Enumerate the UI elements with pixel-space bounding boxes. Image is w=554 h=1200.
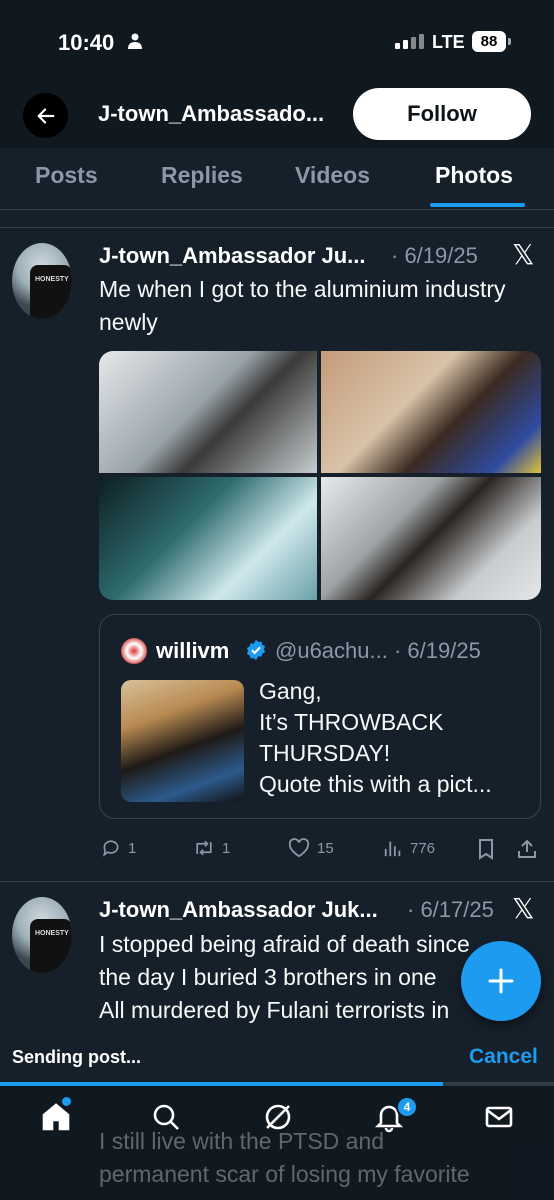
notification-badge: 4 [396,1096,418,1118]
avatar[interactable]: HONESTY [12,243,72,319]
active-tab-indicator [430,203,525,207]
home-unread-dot [62,1097,71,1106]
nav-messages[interactable] [483,1101,515,1133]
tab-photos[interactable]: Photos [435,162,513,189]
x-logo-icon: 𝕏 [512,893,535,924]
quoted-text-line: Gang, [259,678,322,704]
quoted-text-line: Quote this with a pict... [259,771,492,797]
repost-button[interactable]: 1 [193,838,230,858]
post-text: Me when I got to the aluminium industry … [99,276,506,335]
battery-tip [508,38,511,45]
views-count: 776 [410,839,436,857]
repost-icon [196,840,212,856]
tab-posts[interactable]: Posts [35,162,98,189]
signal-icon [395,34,424,49]
divider [0,227,554,228]
avatar-figure [30,265,72,319]
like-count: 15 [317,839,334,857]
quoted-text-line: THURSDAY! [259,740,391,766]
heart-icon [288,838,310,858]
mail-icon [485,1106,513,1128]
photo-2[interactable] [321,351,541,473]
post-text-line: permanent scar of losing my favorite [99,1161,470,1187]
nav-search[interactable] [150,1101,182,1133]
post-author-name[interactable]: J-town_Ambassador Juk... [99,897,378,923]
tab-replies[interactable]: Replies [161,162,243,189]
battery-icon: 88 [472,31,506,52]
views-icon [384,841,401,857]
tab-videos[interactable]: Videos [295,162,370,189]
back-button[interactable] [23,93,68,138]
bookmark-button[interactable] [476,838,496,860]
views-button[interactable]: 776 [383,838,435,858]
quoted-handle-date: @u6achu... · 6/19/25 [275,638,481,663]
photo-grid[interactable] [99,351,541,600]
avatar-shirt-text: HONESTY [35,930,69,937]
quoted-author-name: willivm [156,638,230,663]
quoted-text-line: It’s THROWBACK [259,709,444,735]
share-icon [518,839,536,858]
plus-icon [488,968,514,994]
verified-badge-icon [246,639,266,661]
search-icon [153,1104,179,1130]
avatar-figure [30,919,72,973]
x-logo-icon: 𝕏 [512,239,535,270]
quoted-photo [121,680,244,802]
photo-3[interactable] [99,477,317,600]
quoted-avatar [121,638,147,664]
follow-button[interactable]: Follow [353,88,531,140]
post-date: · 6/17/25 [407,897,494,922]
post-date: · 6/19/25 [391,243,478,268]
divider [0,881,554,882]
avatar[interactable]: HONESTY [12,897,72,973]
post-author-name[interactable]: J-town_Ambassador Ju... [99,243,366,269]
repost-count: 1 [222,839,231,857]
nav-grok[interactable] [262,1101,294,1133]
share-button[interactable] [516,838,538,860]
photo-1[interactable] [99,351,317,473]
profile-title: J-town_Ambassado... [98,101,325,126]
cancel-button[interactable]: Cancel [469,1045,538,1069]
reply-count: 1 [128,839,137,857]
reply-button[interactable]: 1 [101,838,136,858]
photo-4[interactable] [321,477,541,600]
quoted-text: Gang, It’s THROWBACK THURSDAY! Quote thi… [259,676,529,800]
avatar-shirt-text: HONESTY [35,276,69,283]
post-text-behind-nav: I still live with the PTSD and permanent… [99,1125,539,1191]
grok-icon [265,1104,291,1130]
arrow-left-icon [37,107,54,124]
like-button[interactable]: 15 [288,838,334,858]
person-icon [128,33,142,49]
bookmark-icon [479,839,493,860]
network-label: LTE [432,32,465,52]
status-time: 10:40 [58,30,115,55]
reply-icon [103,840,119,857]
compose-button[interactable] [461,941,541,1021]
sending-label: Sending post... [12,1047,141,1067]
